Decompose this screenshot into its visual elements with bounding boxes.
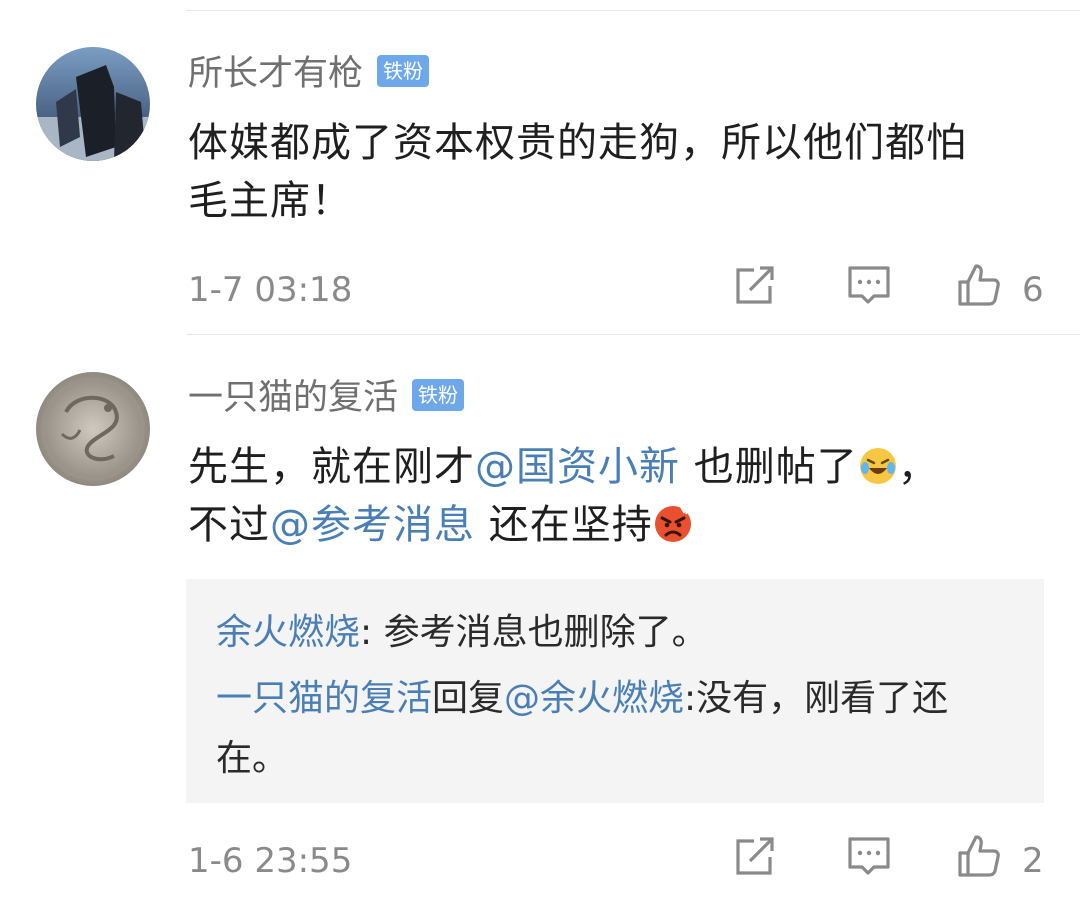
comment-text-segment: 不过 [188,502,270,548]
angry-face-emoji-icon [654,506,691,542]
username-text[interactable]: 一只猫的复活 [188,378,398,418]
comment-text: 先生，就在刚才@国资小新 也删帖了 ， 不过@参考消息 还在坚持 [188,438,1048,554]
comment-actions: 1-7 03:18 6 [0,262,1080,322]
comment-text-segment: ， [897,444,939,490]
thumbs-up-icon[interactable] [956,833,1002,879]
fan-badge: 铁粉 [377,55,430,87]
username-text[interactable]: 所长才有枪 [188,54,363,94]
comment-text-segment: 还在坚持 [475,502,653,548]
reply-username[interactable]: 一只猫的复活 [216,678,432,719]
comment-text-segment: 先生，就在刚才 [188,444,475,490]
comment-text-segment: 也删帖了 [680,444,858,490]
avatar[interactable] [36,372,150,486]
mention-link[interactable]: @国资小新 [475,444,680,490]
comment-actions: 1-6 23:55 2 [0,833,1080,893]
reply-username[interactable]: 余火燃烧 [216,612,360,653]
reply-separator: : [360,612,384,653]
comment-time: 1-7 03:18 [188,270,353,310]
comment-text: 体媒都成了资本权贵的走狗，所以他们都怕 毛主席！ [188,114,1048,230]
like-count: 6 [1022,270,1044,310]
reply-text: 参考消息也删除了。 [383,612,708,653]
comment-time: 1-6 23:55 [188,841,353,881]
reply-text: :没有，刚看了还 [684,678,949,719]
avatar[interactable] [36,47,150,161]
share-icon[interactable] [732,833,778,879]
thumbs-up-icon[interactable] [956,262,1002,308]
comment-icon[interactable] [846,262,892,308]
like-count: 2 [1022,841,1044,881]
laughing-crying-emoji-icon [859,448,896,484]
mention-link[interactable]: @余火燃烧 [504,678,684,719]
reply-label: 回复 [432,678,505,719]
reply-item[interactable]: 一只猫的复活回复@余火燃烧:没有，刚看了还 在。 [216,669,1016,789]
fan-badge: 铁粉 [412,379,465,411]
comment-username[interactable]: 所长才有枪 铁粉 [188,52,430,96]
comment-divider [186,334,1080,335]
reply-thread[interactable]: 余火燃烧: 参考消息也删除了。 一只猫的复活回复@余火燃烧:没有，刚看了还 在。 [186,579,1044,803]
mention-link[interactable]: @参考消息 [270,502,475,548]
top-divider [186,10,1080,11]
comment-icon[interactable] [846,833,892,879]
reply-item[interactable]: 余火燃烧: 参考消息也删除了。 [216,603,1016,663]
reply-text: 在。 [216,738,289,779]
comment-text-line: 体媒都成了资本权贵的走狗，所以他们都怕 [188,120,967,166]
comment-username[interactable]: 一只猫的复活 铁粉 [188,376,465,420]
comment-text-line: 毛主席！ [188,178,352,224]
share-icon[interactable] [732,262,778,308]
